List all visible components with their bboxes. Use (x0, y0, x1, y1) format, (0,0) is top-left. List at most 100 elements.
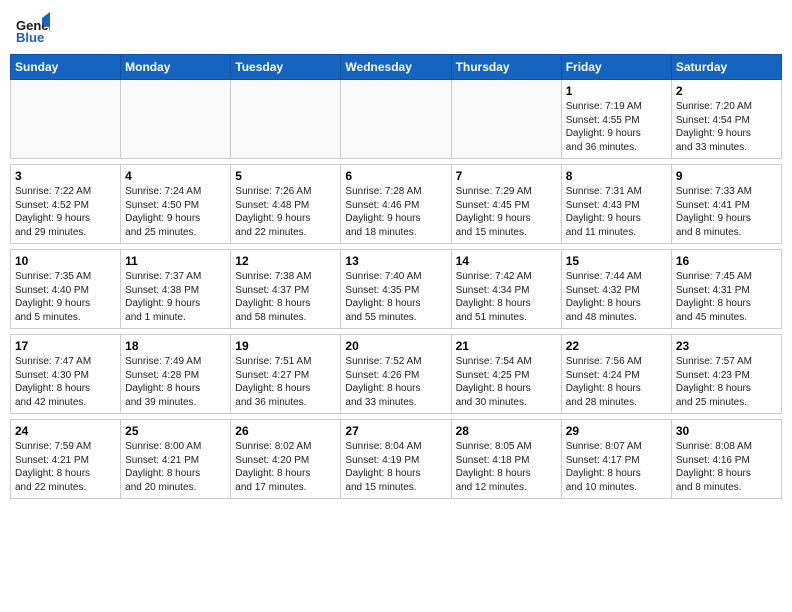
day-number: 28 (456, 424, 557, 438)
day-cell: 8 Sunrise: 7:31 AMSunset: 4:43 PMDaylight… (561, 165, 671, 244)
day-cell (341, 80, 451, 159)
weekday-header-friday: Friday (561, 55, 671, 80)
day-info: Sunrise: 7:24 AMSunset: 4:50 PMDaylight:… (125, 185, 226, 239)
day-number: 27 (345, 424, 446, 438)
day-cell (231, 80, 341, 159)
week-row-5: 24Sunrise: 7:59 AMSunset: 4:21 PMDayligh… (11, 420, 782, 499)
day-number: 19 (235, 339, 336, 353)
week-row-2: 3 Sunrise: 7:22 AMSunset: 4:52 PMDaylight… (11, 165, 782, 244)
day-cell: 24Sunrise: 7:59 AMSunset: 4:21 PMDayligh… (11, 420, 121, 499)
day-cell: 21 Sunrise: 7:54 AMSunset: 4:25 PMDayligh… (451, 335, 561, 414)
day-cell (121, 80, 231, 159)
day-cell: 7Sunrise: 7:29 AMSunset: 4:45 PMDaylight… (451, 165, 561, 244)
day-info: Sunrise: 7:52 AMSunset: 4:26 PMDaylight:… (345, 355, 446, 409)
day-info: Sunrise: 7:40 AMSunset: 4:35 PMDaylight:… (345, 270, 446, 324)
page-header: General Blue (10, 10, 782, 46)
day-cell: 6Sunrise: 7:28 AMSunset: 4:46 PMDaylight… (341, 165, 451, 244)
day-cell: 27Sunrise: 8:04 AMSunset: 4:19 PMDayligh… (341, 420, 451, 499)
weekday-header-sunday: Sunday (11, 55, 121, 80)
day-info: Sunrise: 7:22 AMSunset: 4:52 PMDaylight:… (15, 185, 116, 239)
day-number: 5 (235, 169, 336, 183)
svg-text:Blue: Blue (16, 30, 44, 45)
day-number: 13 (345, 254, 446, 268)
day-number: 23 (676, 339, 777, 353)
day-number: 14 (456, 254, 557, 268)
day-number: 15 (566, 254, 667, 268)
day-info: Sunrise: 7:26 AMSunset: 4:48 PMDaylight:… (235, 185, 336, 239)
day-info: Sunrise: 8:00 AMSunset: 4:21 PMDaylight:… (125, 440, 226, 494)
day-info: Sunrise: 7:35 AMSunset: 4:40 PMDaylight:… (15, 270, 116, 324)
weekday-header-row: SundayMondayTuesdayWednesdayThursdayFrid… (11, 55, 782, 80)
day-number: 25 (125, 424, 226, 438)
day-info: Sunrise: 7:57 AMSunset: 4:23 PMDaylight:… (676, 355, 777, 409)
day-cell: 3 Sunrise: 7:22 AMSunset: 4:52 PMDaylight… (11, 165, 121, 244)
day-number: 1 (566, 84, 667, 98)
day-cell: 13 Sunrise: 7:40 AMSunset: 4:35 PMDayligh… (341, 250, 451, 329)
day-number: 12 (235, 254, 336, 268)
day-number: 30 (676, 424, 777, 438)
day-cell: 20 Sunrise: 7:52 AMSunset: 4:26 PMDayligh… (341, 335, 451, 414)
day-cell: 17 Sunrise: 7:47 AMSunset: 4:30 PMDayligh… (11, 335, 121, 414)
day-number: 16 (676, 254, 777, 268)
day-info: Sunrise: 7:31 AMSunset: 4:43 PMDaylight:… (566, 185, 667, 239)
week-row-1: 1Sunrise: 7:19 AMSunset: 4:55 PMDaylight… (11, 80, 782, 159)
day-cell: 26Sunrise: 8:02 AMSunset: 4:20 PMDayligh… (231, 420, 341, 499)
logo-icon: General Blue (14, 10, 50, 46)
day-cell: 18Sunrise: 7:49 AMSunset: 4:28 PMDayligh… (121, 335, 231, 414)
day-info: Sunrise: 7:29 AMSunset: 4:45 PMDaylight:… (456, 185, 557, 239)
day-cell: 4Sunrise: 7:24 AMSunset: 4:50 PMDaylight… (121, 165, 231, 244)
day-cell: 5 Sunrise: 7:26 AMSunset: 4:48 PMDaylight… (231, 165, 341, 244)
day-number: 3 (15, 169, 116, 183)
day-cell: 14 Sunrise: 7:42 AMSunset: 4:34 PMDayligh… (451, 250, 561, 329)
day-number: 20 (345, 339, 446, 353)
day-number: 2 (676, 84, 777, 98)
day-cell: 29 Sunrise: 8:07 AMSunset: 4:17 PMDayligh… (561, 420, 671, 499)
day-number: 17 (15, 339, 116, 353)
weekday-header-thursday: Thursday (451, 55, 561, 80)
weekday-header-monday: Monday (121, 55, 231, 80)
day-cell: 9 Sunrise: 7:33 AMSunset: 4:41 PMDaylight… (671, 165, 781, 244)
day-cell: 25 Sunrise: 8:00 AMSunset: 4:21 PMDayligh… (121, 420, 231, 499)
day-number: 8 (566, 169, 667, 183)
day-number: 22 (566, 339, 667, 353)
week-row-4: 17 Sunrise: 7:47 AMSunset: 4:30 PMDayligh… (11, 335, 782, 414)
day-number: 11 (125, 254, 226, 268)
day-cell (11, 80, 121, 159)
day-info: Sunrise: 7:54 AMSunset: 4:25 PMDaylight:… (456, 355, 557, 409)
day-info: Sunrise: 7:47 AMSunset: 4:30 PMDaylight:… (15, 355, 116, 409)
day-info: Sunrise: 7:37 AMSunset: 4:38 PMDaylight:… (125, 270, 226, 324)
day-cell: 28 Sunrise: 8:05 AMSunset: 4:18 PMDayligh… (451, 420, 561, 499)
weekday-header-tuesday: Tuesday (231, 55, 341, 80)
day-info: Sunrise: 8:08 AMSunset: 4:16 PMDaylight:… (676, 440, 777, 494)
weekday-header-wednesday: Wednesday (341, 55, 451, 80)
day-number: 9 (676, 169, 777, 183)
day-info: Sunrise: 8:07 AMSunset: 4:17 PMDaylight:… (566, 440, 667, 494)
day-cell: 30 Sunrise: 8:08 AMSunset: 4:16 PMDayligh… (671, 420, 781, 499)
day-info: Sunrise: 7:44 AMSunset: 4:32 PMDaylight:… (566, 270, 667, 324)
day-info: Sunrise: 8:05 AMSunset: 4:18 PMDaylight:… (456, 440, 557, 494)
day-cell (451, 80, 561, 159)
day-info: Sunrise: 7:51 AMSunset: 4:27 PMDaylight:… (235, 355, 336, 409)
day-info: Sunrise: 7:33 AMSunset: 4:41 PMDaylight:… (676, 185, 777, 239)
week-row-3: 10 Sunrise: 7:35 AMSunset: 4:40 PMDayligh… (11, 250, 782, 329)
day-info: Sunrise: 7:42 AMSunset: 4:34 PMDaylight:… (456, 270, 557, 324)
calendar-table: SundayMondayTuesdayWednesdayThursdayFrid… (10, 54, 782, 499)
day-number: 21 (456, 339, 557, 353)
day-info: Sunrise: 7:38 AMSunset: 4:37 PMDaylight:… (235, 270, 336, 324)
day-number: 29 (566, 424, 667, 438)
day-info: Sunrise: 7:59 AMSunset: 4:21 PMDaylight:… (15, 440, 116, 494)
day-info: Sunrise: 7:45 AMSunset: 4:31 PMDaylight:… (676, 270, 777, 324)
day-cell: 10 Sunrise: 7:35 AMSunset: 4:40 PMDayligh… (11, 250, 121, 329)
weekday-header-saturday: Saturday (671, 55, 781, 80)
day-cell: 15 Sunrise: 7:44 AMSunset: 4:32 PMDayligh… (561, 250, 671, 329)
day-info: Sunrise: 8:02 AMSunset: 4:20 PMDaylight:… (235, 440, 336, 494)
day-number: 18 (125, 339, 226, 353)
day-cell: 22Sunrise: 7:56 AMSunset: 4:24 PMDayligh… (561, 335, 671, 414)
day-cell: 1Sunrise: 7:19 AMSunset: 4:55 PMDaylight… (561, 80, 671, 159)
day-number: 6 (345, 169, 446, 183)
day-cell: 23 Sunrise: 7:57 AMSunset: 4:23 PMDayligh… (671, 335, 781, 414)
day-cell: 16 Sunrise: 7:45 AMSunset: 4:31 PMDayligh… (671, 250, 781, 329)
day-cell: 19 Sunrise: 7:51 AMSunset: 4:27 PMDayligh… (231, 335, 341, 414)
day-number: 10 (15, 254, 116, 268)
day-cell: 2Sunrise: 7:20 AMSunset: 4:54 PMDaylight… (671, 80, 781, 159)
